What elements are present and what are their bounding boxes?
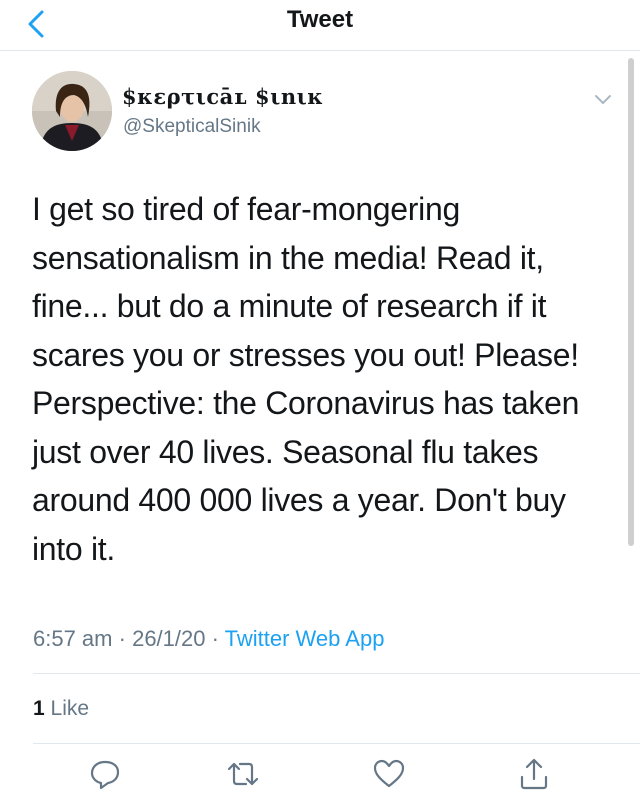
like-button[interactable] (372, 757, 406, 791)
tweet-time: 6:57 am (33, 626, 113, 651)
divider (33, 743, 640, 744)
share-button[interactable] (517, 757, 551, 791)
chevron-down-icon (595, 95, 611, 104)
top-navigation-bar: Tweet (0, 0, 640, 51)
tweet-source-link[interactable]: Twitter Web App (225, 626, 385, 651)
reply-icon (90, 760, 120, 790)
reply-button[interactable] (88, 757, 122, 791)
meta-separator: · (211, 626, 219, 651)
page-title: Tweet (286, 6, 354, 33)
user-handle[interactable]: @SkepticalSinik (123, 116, 261, 138)
likes-count[interactable]: 1 Like (33, 697, 89, 721)
meta-separator: · (118, 626, 126, 651)
tweet-date: 26/1/20 (132, 626, 206, 651)
scrollbar[interactable] (628, 58, 634, 546)
tweet-metadata: 6:57 am · 26/1/20 · Twitter Web App (33, 626, 384, 652)
like-count-label: Like (50, 697, 90, 720)
avatar[interactable] (32, 71, 112, 151)
more-options-button[interactable] (592, 88, 614, 110)
like-count-number: 1 (33, 697, 45, 720)
divider (33, 673, 640, 674)
display-name[interactable]: $κερτιcāʟ $ιnιĸ (122, 84, 322, 109)
like-icon (373, 759, 405, 788)
retweet-icon (227, 762, 259, 786)
tweet-text: I get so tired of fear-mongering sensati… (32, 191, 580, 567)
share-icon (520, 758, 548, 790)
retweet-button[interactable] (226, 757, 260, 791)
